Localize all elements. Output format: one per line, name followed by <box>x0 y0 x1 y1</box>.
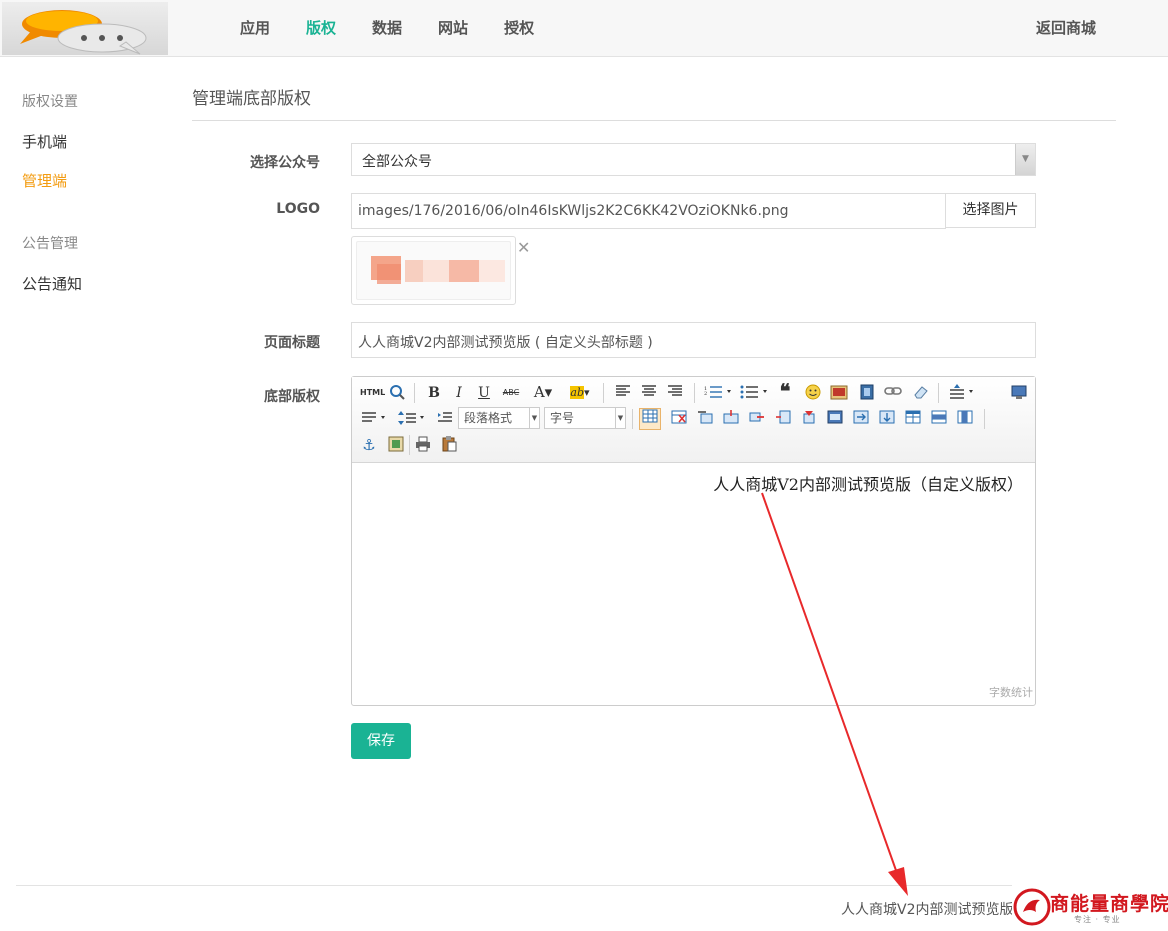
paste-text-icon[interactable] <box>440 436 458 454</box>
unordered-list-icon[interactable] <box>740 384 770 402</box>
attachment-icon[interactable] <box>387 436 405 454</box>
toolbar-separator <box>409 435 410 455</box>
emoticon-icon[interactable] <box>804 384 822 402</box>
paragraph-format-value: 段落格式 <box>464 411 513 425</box>
logo-thumbnail <box>351 236 516 305</box>
chevron-down-icon: ▼ <box>615 408 625 428</box>
line-spacing-icon[interactable] <box>948 384 978 402</box>
choose-image-button[interactable]: 选择图片 <box>945 193 1036 228</box>
editor-content-text: 人人商城V2内部测试预览版（自定义版权） <box>713 475 1023 494</box>
account-label: 选择公众号 <box>250 155 320 171</box>
split-cells-icon[interactable] <box>904 410 922 428</box>
svg-text:2: 2 <box>704 391 707 397</box>
save-button[interactable]: 保存 <box>351 723 411 759</box>
account-select[interactable]: 全部公众号 ▼ <box>351 143 1036 176</box>
insert-table-icon[interactable] <box>639 408 661 430</box>
insert-column-icon[interactable] <box>774 410 792 428</box>
copyright-label: 底部版权 <box>264 389 320 405</box>
chevron-down-icon: ▼ <box>529 408 539 428</box>
back-to-mall-link[interactable]: 返回商城 <box>1036 0 1096 57</box>
anchor-icon[interactable]: ⚓ <box>360 436 378 454</box>
split-rows-icon[interactable] <box>930 410 948 428</box>
remove-logo-icon[interactable]: ✕ <box>517 238 530 257</box>
font-color-icon[interactable]: A▾ <box>530 383 556 401</box>
split-columns-icon[interactable] <box>956 410 974 428</box>
eraser-icon[interactable] <box>912 384 930 402</box>
title-divider <box>192 120 1116 121</box>
nav-data[interactable]: 数据 <box>354 0 420 57</box>
underline-icon[interactable]: U <box>475 384 493 402</box>
sidebar-item-notice[interactable]: 公告通知 <box>22 273 82 294</box>
merge-down-icon[interactable] <box>878 410 896 428</box>
merge-cells-icon[interactable] <box>826 410 844 428</box>
word-count-label: 字数统计 <box>989 686 1033 699</box>
logo-path-input[interactable]: images/176/2016/06/oIn46IsKWljs2K2C6KK42… <box>351 193 946 229</box>
toolbar-separator <box>984 409 985 429</box>
indent-icon[interactable] <box>436 410 454 428</box>
link-icon[interactable] <box>884 384 902 402</box>
video-icon[interactable] <box>858 384 876 402</box>
toolbar-separator <box>938 383 939 403</box>
nav-copyright[interactable]: 版权 <box>288 0 354 57</box>
chevron-down-icon[interactable]: ▼ <box>1015 144 1035 175</box>
align-left-icon[interactable] <box>614 384 632 402</box>
paragraph-format-select[interactable]: 段落格式 ▼ <box>458 407 540 429</box>
font-size-select[interactable]: 字号 ▼ <box>544 407 626 429</box>
editor-toolbar: HTML B I U ABC A▾ ab▾ 12 ❝ 段落格式 ▼ 字号 ▼ ⚓ <box>352 377 1035 463</box>
page-title-label: 页面标题 <box>264 335 320 351</box>
watermark-title: 商能量商學院 <box>1050 893 1168 915</box>
preview-icon[interactable] <box>388 384 406 402</box>
toolbar-separator <box>414 383 415 403</box>
font-size-value: 字号 <box>550 411 575 425</box>
insert-row-icon[interactable] <box>722 410 740 428</box>
strikethrough-icon[interactable]: ABC <box>502 384 520 402</box>
align-center-icon[interactable] <box>640 384 658 402</box>
sidebar-group-notice: 公告管理 <box>22 236 78 252</box>
sidebar-item-admin[interactable]: 管理端 <box>22 170 67 191</box>
paragraph-spacing-icon[interactable] <box>360 410 390 428</box>
quote-icon[interactable]: ❝ <box>776 381 794 401</box>
nav-license[interactable]: 授权 <box>486 0 552 57</box>
nav-apps[interactable]: 应用 <box>222 0 288 57</box>
copyright-editor: HTML B I U ABC A▾ ab▾ 12 ❝ 段落格式 ▼ 字号 ▼ ⚓… <box>351 376 1036 706</box>
align-right-icon[interactable] <box>666 384 684 402</box>
sidebar-group-copyright: 版权设置 <box>22 94 78 110</box>
image-icon[interactable] <box>830 384 848 402</box>
fullscreen-icon[interactable] <box>1010 384 1028 402</box>
ordered-list-icon[interactable]: 12 <box>704 384 734 402</box>
italic-icon[interactable]: I <box>450 384 468 402</box>
delete-table-icon[interactable] <box>670 410 688 428</box>
delete-row-icon[interactable] <box>748 410 766 428</box>
app-logo[interactable] <box>2 2 168 55</box>
bold-icon[interactable]: B <box>425 384 443 402</box>
toolbar-separator <box>632 409 633 429</box>
logo-label: LOGO <box>276 201 320 217</box>
highlight-color-icon[interactable]: ab▾ <box>564 384 596 402</box>
toolbar-separator <box>603 383 604 403</box>
print-icon[interactable] <box>414 436 432 454</box>
editor-content-area[interactable]: 人人商城V2内部测试预览版（自定义版权） <box>352 464 1035 705</box>
page-title-input[interactable]: 人人商城V2内部测试预览版 ( 自定义头部标题 ) <box>351 322 1036 358</box>
account-select-value: 全部公众号 <box>362 154 432 170</box>
toolbar-separator <box>694 383 695 403</box>
row-spacing-icon[interactable] <box>398 410 428 428</box>
top-header: 应用 版权 数据 网站 授权 返回商城 <box>0 0 1168 57</box>
page-title: 管理端底部版权 <box>192 89 311 109</box>
footer-divider <box>16 885 1168 886</box>
html-source-icon[interactable]: HTML <box>360 384 385 402</box>
delete-column-icon[interactable] <box>800 410 818 428</box>
insert-paragraph-before-table-icon[interactable] <box>696 410 714 428</box>
watermark-logo: 商能量商學院 专注 · 专业 <box>1012 884 1168 931</box>
top-nav: 应用 版权 数据 网站 授权 <box>222 0 552 57</box>
watermark-subtitle: 专注 · 专业 <box>1074 915 1121 924</box>
nav-website[interactable]: 网站 <box>420 0 486 57</box>
sidebar-item-mobile[interactable]: 手机端 <box>22 131 67 152</box>
watermark-emblem-icon <box>1013 888 1051 926</box>
merge-right-icon[interactable] <box>852 410 870 428</box>
logo-preview-image <box>356 241 511 300</box>
